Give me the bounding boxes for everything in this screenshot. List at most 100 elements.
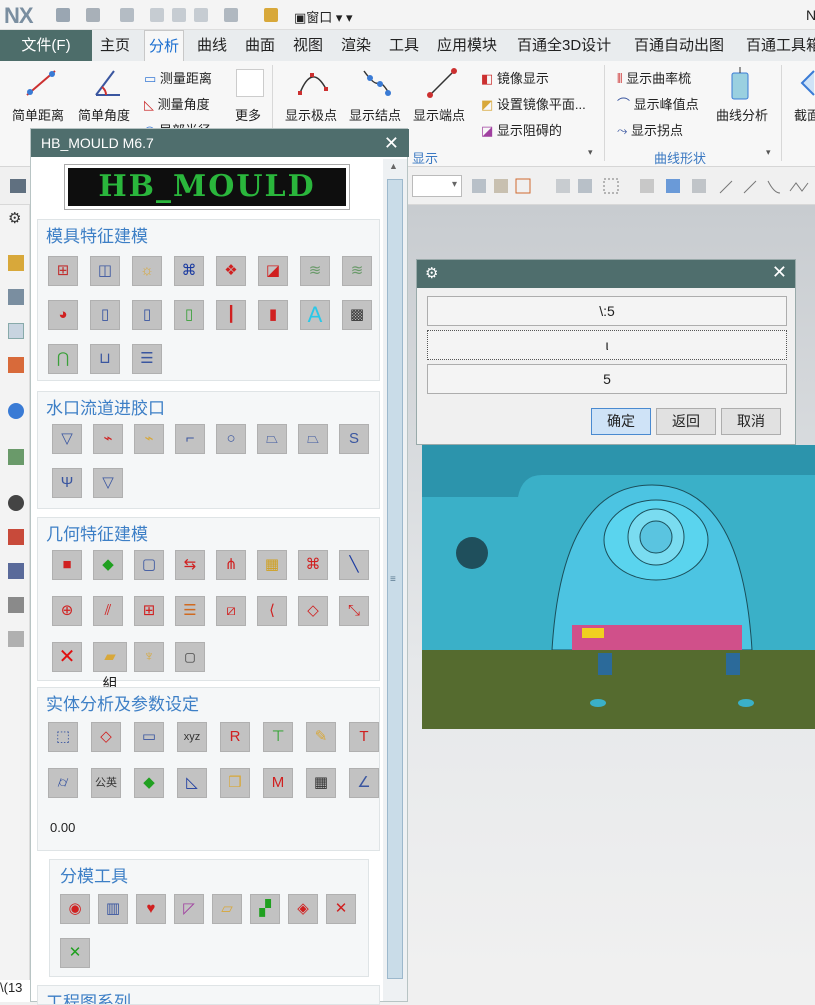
cylinder-icon[interactable]: ⌭ (48, 768, 78, 798)
assembly-navigator-icon[interactable] (8, 289, 24, 305)
command-icon[interactable]: ⌘ (174, 256, 204, 286)
constraint-navigator-icon[interactable] (8, 323, 24, 339)
group-display-expand-icon[interactable]: ▾ (588, 147, 593, 158)
pencil-icon[interactable]: ✎ (306, 722, 336, 752)
reuse-library-icon[interactable] (8, 357, 24, 373)
paste-icon[interactable] (194, 8, 208, 22)
green-diamond-icon[interactable]: ◆ (93, 550, 123, 580)
more-button[interactable]: 更多 (235, 105, 261, 124)
slot-icon[interactable]: ▯ (132, 300, 162, 330)
nozzle-icon[interactable]: ▽ (93, 468, 123, 498)
s-curve-icon[interactable]: S (339, 424, 369, 454)
hatch-icon[interactable]: ▩ (342, 300, 372, 330)
file-menu[interactable]: 文件(F) (0, 30, 92, 61)
box-icon[interactable]: ▢ (134, 550, 164, 580)
group-curve-shape-expand-icon[interactable]: ▾ (766, 147, 771, 158)
history-icon[interactable] (8, 449, 24, 465)
numbered-box-icon[interactable]: ▢ (175, 642, 205, 672)
pin-icon[interactable]: ▯ (90, 300, 120, 330)
cube-stack-icon[interactable]: ❒ (220, 768, 250, 798)
red-cube-icon[interactable]: ■ (52, 550, 82, 580)
roles-icon[interactable] (8, 597, 24, 613)
menu-baitong-drawing[interactable]: 百通自动出图 (634, 30, 724, 61)
parting-red-icon[interactable]: ◉ (60, 894, 90, 924)
parting-heart-icon[interactable]: ♥ (136, 894, 166, 924)
ok-button[interactable]: 确定 (591, 408, 651, 435)
hot-runner-icon[interactable]: Ψ (52, 468, 82, 498)
system-scenes-icon[interactable] (8, 631, 24, 647)
light-icon[interactable]: ☼ (132, 256, 162, 286)
target-icon[interactable]: ⊕ (52, 596, 82, 626)
parting-green-cross-icon[interactable]: ✕ (60, 938, 90, 968)
menu-applications[interactable]: 应用模块 (437, 30, 497, 61)
redo-icon[interactable] (120, 8, 134, 22)
cancel-button[interactable]: 取消 (721, 408, 781, 435)
text-a-icon[interactable]: A (300, 300, 330, 330)
menu-view[interactable]: 视图 (293, 30, 323, 61)
show-peak-button[interactable]: ⌒ 显示峰值点 (617, 94, 699, 113)
menu-baitong-toolbox[interactable]: 百通工具箱 (746, 30, 815, 61)
gear-icon[interactable]: ⚙ (425, 264, 438, 282)
mold-frame-icon[interactable]: ⊞ (48, 256, 78, 286)
parting-surface-icon[interactable]: ◸ (174, 894, 204, 924)
letter-m-icon[interactable]: M (263, 768, 293, 798)
text-t-icon[interactable]: T (349, 722, 379, 752)
metric-imperial-icon[interactable]: 公英 (91, 768, 121, 798)
menu-baitong-3d[interactable]: 百通全3D设计 (517, 30, 611, 61)
manufacturing-wizard-icon[interactable] (8, 563, 24, 579)
section-button[interactable]: 截面 (794, 105, 815, 124)
group-folder-button[interactable]: ▰ 組 (93, 642, 127, 693)
clock-icon[interactable] (8, 495, 24, 511)
measure-angle-button[interactable]: ◺ 测量角度 (144, 94, 210, 113)
sprue-icon[interactable]: ▽ (52, 424, 82, 454)
parting-diamond-icon[interactable]: ◈ (288, 894, 318, 924)
edge-gate-icon[interactable]: ⌐ (175, 424, 205, 454)
parting-line-icon[interactable]: ▱ (212, 894, 242, 924)
layer-stack-2-icon[interactable]: ≋ (342, 256, 372, 286)
snap-tools-icon[interactable] (470, 177, 810, 197)
radius-r-icon[interactable]: R (220, 722, 250, 752)
calculator-icon[interactable]: ▦ (306, 768, 336, 798)
bounding-box-icon[interactable]: ⬚ (48, 722, 78, 752)
xyz-icon[interactable]: xyz (177, 722, 207, 752)
lifter-icon[interactable]: ▯ (174, 300, 204, 330)
curve-analysis-button[interactable]: 曲线分析 (716, 105, 768, 124)
corner-cut-icon[interactable]: ◪ (258, 256, 288, 286)
slash-box-icon[interactable]: ⧄ (216, 596, 246, 626)
copy-icon[interactable] (172, 8, 186, 22)
scrollbar-thumb[interactable]: ≡ (387, 179, 403, 979)
rainbow-layers-icon[interactable]: ☰ (175, 596, 205, 626)
color-grid-icon[interactable]: ▦ (257, 550, 287, 580)
dialog-field-1[interactable]: \:5 (427, 296, 787, 326)
trapezoid-icon[interactable]: ⏢ (257, 424, 287, 454)
diagonal-line-icon[interactable]: ╲ (339, 550, 369, 580)
menu-home[interactable]: 主页 (100, 30, 130, 61)
fork-lines-icon[interactable]: ⟨ (257, 596, 287, 626)
menu-tools[interactable]: 工具 (389, 30, 419, 61)
close-icon[interactable]: ✕ (772, 262, 787, 283)
mirror-display-button[interactable]: ◧ 镜像显示 (481, 68, 549, 87)
selection-menu-icon[interactable] (10, 179, 26, 193)
filter-dropdown[interactable]: ▾ (412, 175, 462, 197)
dialog-field-3[interactable]: 5 (427, 364, 787, 394)
split-body-icon[interactable]: ⋔ (216, 550, 246, 580)
triangle-icon[interactable]: ◺ (177, 768, 207, 798)
simple-distance-button[interactable]: 简单距离 (12, 105, 64, 124)
show-inflection-button[interactable]: ⤳ 显示拐点 (617, 120, 683, 139)
rounded-square-icon[interactable]: ⌘ (298, 550, 328, 580)
menu-render[interactable]: 渲染 (341, 30, 371, 61)
show-poles-button[interactable]: 显示极点 (285, 105, 337, 124)
repeat-command-icon[interactable] (264, 8, 278, 22)
parting-cross-icon[interactable]: ✕ (326, 894, 356, 924)
quarter-round-icon[interactable]: ◕ (48, 300, 78, 330)
measure-distance-button[interactable]: ▭ 测量距离 (144, 68, 212, 87)
ruler-icon[interactable]: ▭ (134, 722, 164, 752)
gear-icon[interactable]: ⚙ (8, 209, 24, 227)
part-navigator-icon[interactable] (8, 255, 24, 271)
touch-mode-icon[interactable] (224, 8, 238, 22)
ejector-icon[interactable]: ┃ (216, 300, 246, 330)
rotate-square-icon[interactable]: ◇ (298, 596, 328, 626)
cut-icon[interactable] (150, 8, 164, 22)
show-endpoints-button[interactable]: 显示端点 (413, 105, 465, 124)
extrude-icon[interactable]: ⇆ (175, 550, 205, 580)
